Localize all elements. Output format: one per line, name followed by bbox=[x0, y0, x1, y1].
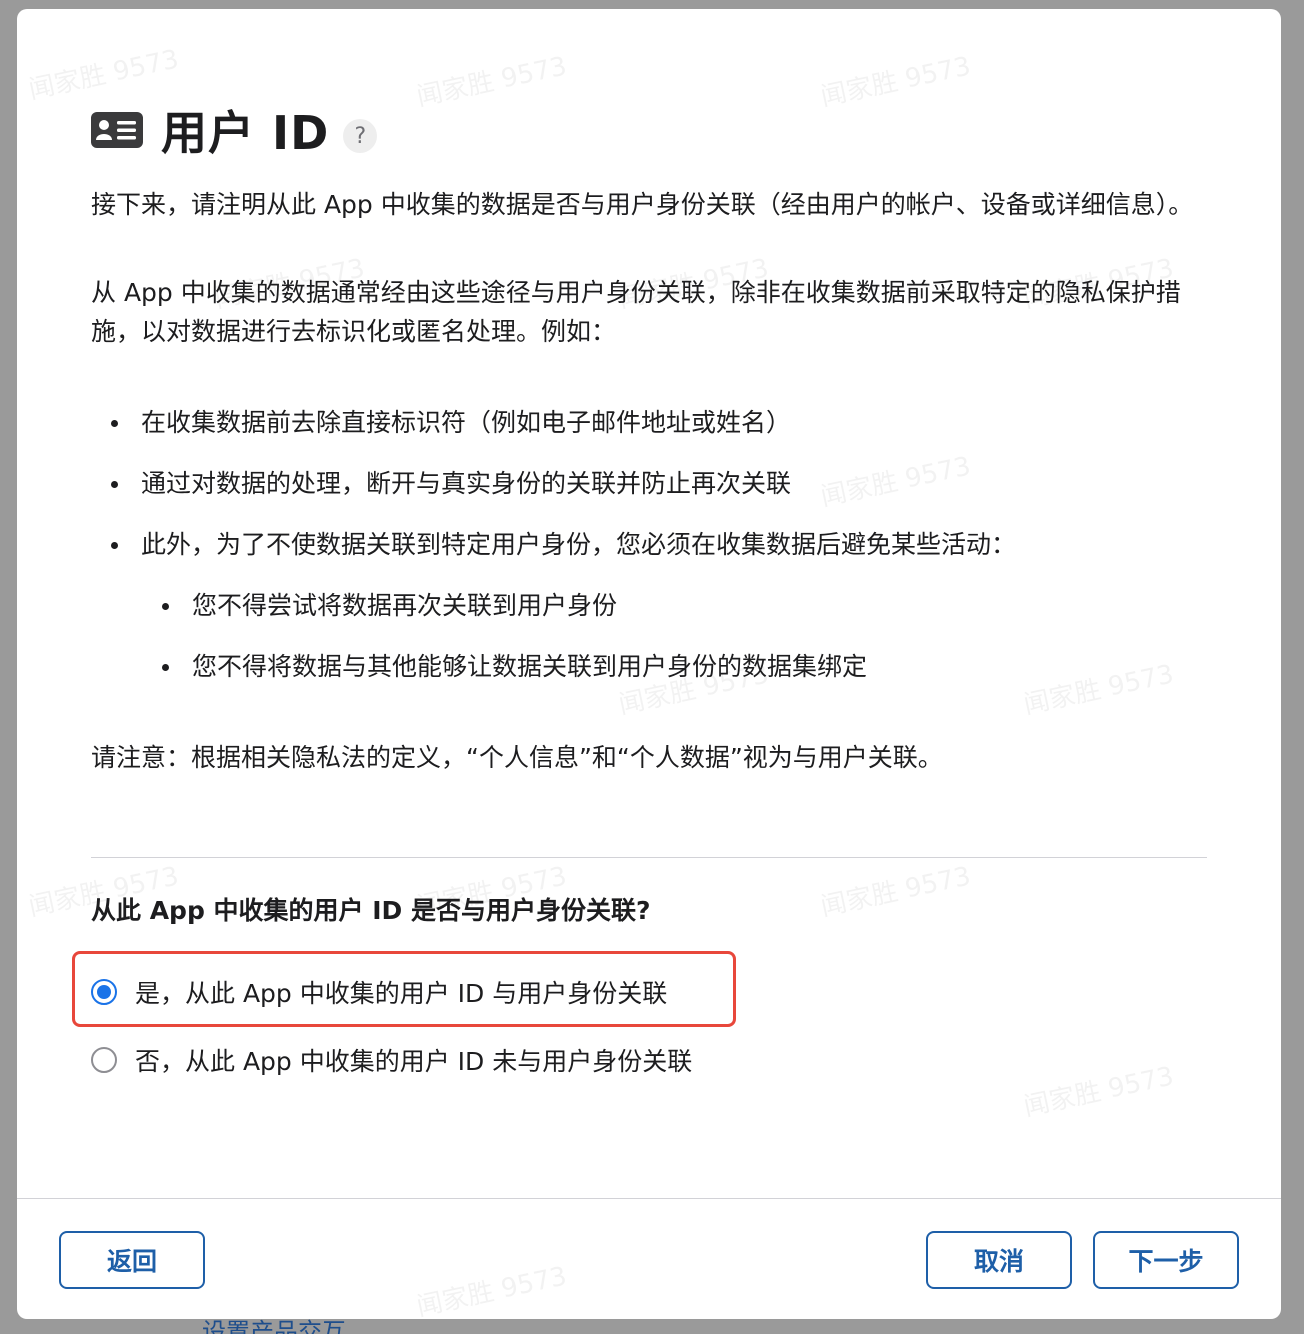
dialog-body: 接下来，请注明从此 App 中收集的数据是否与用户身份关联（经由用户的帐户、设备… bbox=[91, 185, 1211, 777]
next-button[interactable]: 下一步 bbox=[1093, 1231, 1239, 1289]
back-button[interactable]: 返回 bbox=[59, 1231, 205, 1289]
watermark: 闻家胜 9573 bbox=[414, 1261, 570, 1319]
sub-list-item: 您不得尝试将数据再次关联到用户身份 bbox=[91, 586, 1211, 647]
option-label: 否，从此 App 中收集的用户 ID 未与用户身份关联 bbox=[135, 1047, 693, 1076]
option-not-linked[interactable]: 否，从此 App 中收集的用户 ID 未与用户身份关联 bbox=[91, 1042, 692, 1078]
footer-divider bbox=[17, 1198, 1281, 1199]
section-divider bbox=[91, 857, 1207, 858]
watermark: 闻家胜 9573 bbox=[818, 861, 974, 923]
cancel-button[interactable]: 取消 bbox=[926, 1231, 1072, 1289]
radio-button[interactable] bbox=[91, 1047, 117, 1073]
sub-list-item: 您不得将数据与其他能够让数据关联到用户身份的数据集绑定 bbox=[91, 647, 1211, 708]
page-title: 用户 ID bbox=[161, 106, 330, 160]
watermark: 闻家胜 9573 bbox=[1021, 1061, 1177, 1123]
user-id-dialog: 闻家胜 9573 闻家胜 9573 闻家胜 9573 闻家胜 9573 闻家胜 … bbox=[17, 9, 1281, 1319]
list-item: 此外，为了不使数据关联到特定用户身份，您必须在收集数据后避免某些活动： bbox=[91, 525, 1211, 586]
list-item: 在收集数据前去除直接标识符（例如电子邮件地址或姓名） bbox=[91, 403, 1211, 464]
watermark: 闻家胜 9573 bbox=[414, 51, 570, 113]
example-list: 在收集数据前去除直接标识符（例如电子邮件地址或姓名） 通过对数据的处理，断开与真… bbox=[91, 403, 1211, 708]
id-card-icon bbox=[91, 112, 143, 148]
question-label: 从此 App 中收集的用户 ID 是否与用户身份关联? bbox=[91, 896, 651, 925]
option-label: 是，从此 App 中收集的用户 ID 与用户身份关联 bbox=[135, 979, 668, 1008]
list-item: 通过对数据的处理，断开与真实身份的关联并防止再次关联 bbox=[91, 464, 1211, 525]
note-text: 请注意：根据相关隐私法的定义，“个人信息”和“个人数据”视为与用户关联。 bbox=[91, 743, 943, 772]
radio-button-selected[interactable] bbox=[91, 979, 117, 1005]
help-icon[interactable]: ? bbox=[343, 119, 378, 153]
watermark: 闻家胜 9573 bbox=[818, 51, 974, 113]
option-linked[interactable]: 是，从此 App 中收集的用户 ID 与用户身份关联 bbox=[91, 974, 667, 1010]
dialog-header: 用户 ID ? bbox=[91, 97, 378, 163]
explanation-text: 从 App 中收集的数据通常经由这些途径与用户身份关联，除非在收集数据前采取特定… bbox=[91, 278, 1181, 346]
intro-text: 接下来，请注明从此 App 中收集的数据是否与用户身份关联（经由用户的帐户、设备… bbox=[91, 190, 1194, 219]
